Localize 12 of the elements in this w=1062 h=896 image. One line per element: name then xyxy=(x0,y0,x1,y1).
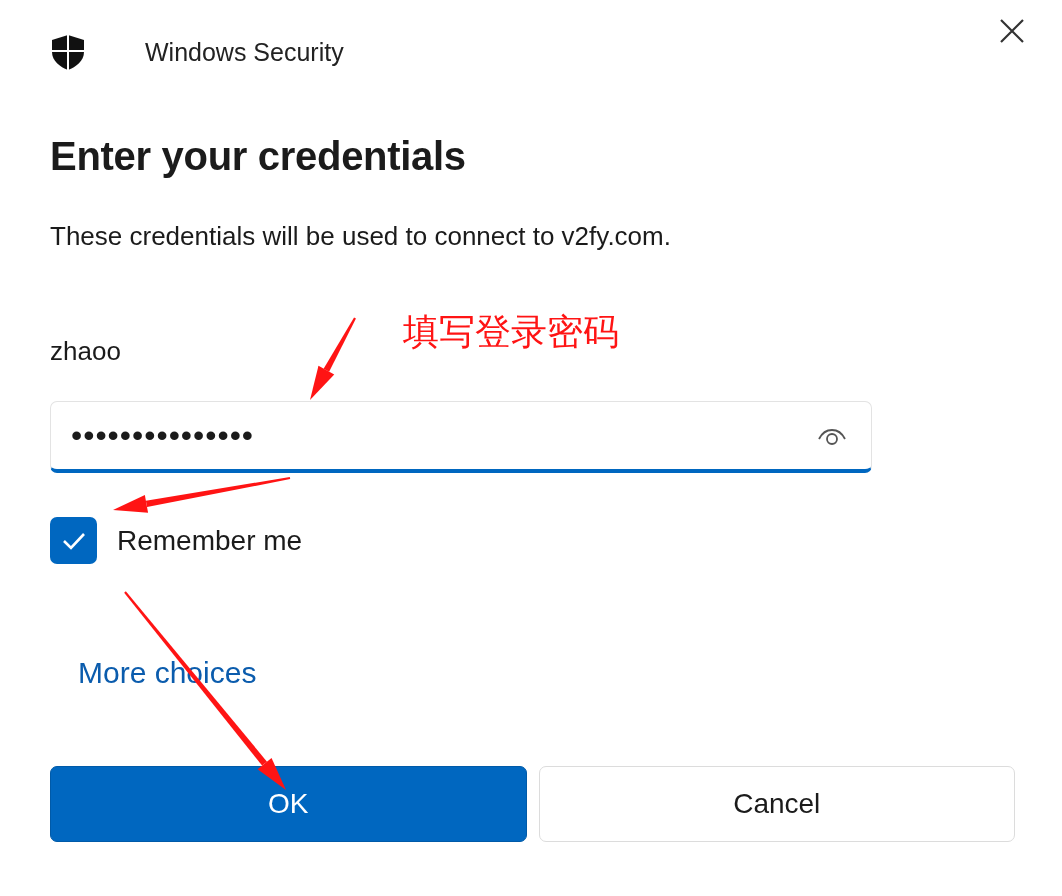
annotation-text: 填写登录密码 xyxy=(403,310,619,354)
checkbox-label: Remember me xyxy=(117,524,303,557)
dialog-heading: Enter your credentials xyxy=(50,134,467,179)
ok-button[interactable]: OK xyxy=(50,766,527,842)
cancel-button[interactable]: Cancel xyxy=(538,766,1015,842)
username-label: zhaoo xyxy=(50,336,122,367)
dialog-message: These credentials will be used to connect to v2fy.com. xyxy=(50,221,672,252)
password-field[interactable]: ••••••••••••••• xyxy=(50,401,872,473)
window-title: Windows Security xyxy=(145,37,345,67)
checkbox[interactable] xyxy=(50,517,97,564)
shield-icon xyxy=(50,34,86,70)
close-icon[interactable] xyxy=(999,18,1025,44)
